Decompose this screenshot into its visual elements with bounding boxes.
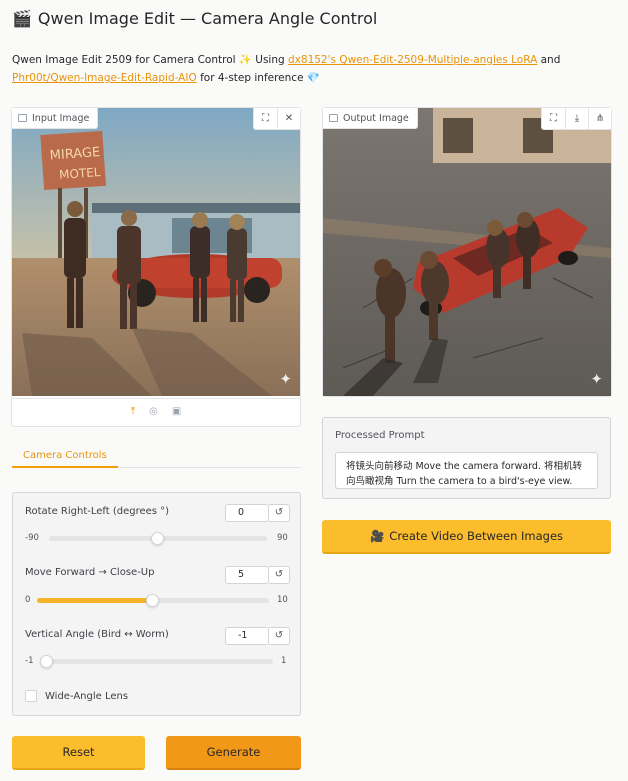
forward-min: 0 (25, 595, 31, 605)
processed-prompt-panel: Processed Prompt 将镜头向前移动 Move the camera… (322, 417, 611, 499)
output-image: ✦ (323, 108, 611, 396)
input-image-toolbar: ⛶ ✕ (253, 108, 300, 130)
share-icon[interactable]: ⋔ (588, 108, 611, 129)
page-title: 🎬 Qwen Image Edit — Camera Angle Control (12, 9, 377, 28)
model-link[interactable]: Phr00t/Qwen-Image-Edit-Rapid-AIO (12, 72, 197, 84)
create-video-label: Create Video Between Images (389, 529, 564, 543)
output-image-panel: Output Image ⛶ ⤓ ⋔ ✦ (322, 107, 612, 397)
vertical-reset-icon[interactable]: ↺ (269, 627, 290, 645)
forward-slider[interactable] (37, 594, 269, 607)
close-icon[interactable]: ✕ (277, 108, 300, 129)
tab-camera-controls[interactable]: Camera Controls (12, 446, 118, 468)
checkbox-box[interactable] (25, 690, 37, 702)
wide-angle-checkbox[interactable]: Wide-Angle Lens (25, 690, 128, 702)
wide-angle-label: Wide-Angle Lens (45, 690, 129, 702)
download-icon[interactable]: ⤓ (565, 108, 588, 129)
vertical-max: 1 (281, 656, 287, 666)
output-image-label: Output Image (323, 108, 418, 129)
clapperboard-icon: 🎬 (12, 9, 32, 28)
forward-slider-fill (37, 598, 153, 603)
input-photo: MIRAGE MOTEL (12, 108, 300, 396)
camera-controls-panel: Rotate Right-Left (degrees °) 0 ↺ -90 90… (12, 492, 301, 716)
upload-icon[interactable]: ⤒ (131, 406, 135, 417)
vertical-input[interactable]: -1 (225, 627, 269, 645)
tab-bar: Camera Controls (12, 446, 301, 468)
page-title-text: Qwen Image Edit — Camera Angle Control (37, 9, 378, 28)
fullscreen-icon[interactable]: ⛶ (254, 108, 277, 129)
svg-text:MOTEL: MOTEL (59, 165, 102, 182)
output-photo (323, 108, 611, 396)
webcam-icon[interactable]: ◎ (149, 406, 158, 417)
fullscreen-icon[interactable]: ⛶ (542, 108, 565, 129)
forward-slider-thumb[interactable] (146, 594, 159, 607)
vertical-slider[interactable] (40, 655, 273, 668)
rotate-reset-icon[interactable]: ↺ (269, 504, 290, 522)
rotate-label: Rotate Right-Left (degrees °) (25, 506, 170, 517)
video-camera-icon: 🎥 (369, 529, 385, 543)
lora-link[interactable]: dx8152's Qwen-Edit-2509-Multiple-angles … (288, 54, 537, 66)
sparkle-icon: ✦ (590, 370, 603, 388)
reset-button[interactable]: Reset (12, 736, 145, 770)
input-image-label: Input Image (12, 108, 99, 129)
rotate-max: 90 (277, 533, 288, 543)
forward-label: Move Forward → Close-Up (25, 567, 155, 578)
create-video-button[interactable]: 🎥 Create Video Between Images (322, 520, 611, 554)
forward-reset-icon[interactable]: ↺ (269, 566, 290, 584)
description: Qwen Image Edit 2509 for Camera Control … (12, 54, 561, 84)
generate-button[interactable]: Generate (166, 736, 301, 770)
input-image: MIRAGE MOTEL ✦ (12, 108, 300, 396)
rotate-min: -90 (25, 533, 39, 543)
rotate-input[interactable]: 0 (225, 504, 269, 522)
vertical-min: -1 (25, 656, 34, 666)
image-icon (329, 114, 338, 122)
vertical-slider-thumb[interactable] (40, 655, 53, 668)
vertical-label: Vertical Angle (Bird ↔ Worm) (25, 629, 169, 640)
processed-prompt-textbox[interactable]: 将镜头向前移动 Move the camera forward. 将相机转向鸟瞰… (335, 452, 598, 489)
forward-input[interactable]: 5 (225, 566, 269, 584)
rotate-slider[interactable] (49, 532, 267, 545)
forward-max: 10 (277, 595, 288, 605)
upload-source-bar: ⤒ ◎ ▣ (12, 398, 300, 424)
output-image-toolbar: ⛶ ⤓ ⋔ (541, 108, 611, 130)
input-image-panel[interactable]: Input Image ⛶ ✕ MIRAGE MOTEL ✦ ⤒ ◎ ▣ (11, 107, 301, 427)
sparkle-icon: ✦ (279, 370, 292, 388)
rotate-slider-thumb[interactable] (151, 532, 164, 545)
image-icon (18, 114, 27, 122)
processed-prompt-title: Processed Prompt (335, 430, 425, 441)
clipboard-icon[interactable]: ▣ (172, 406, 181, 417)
